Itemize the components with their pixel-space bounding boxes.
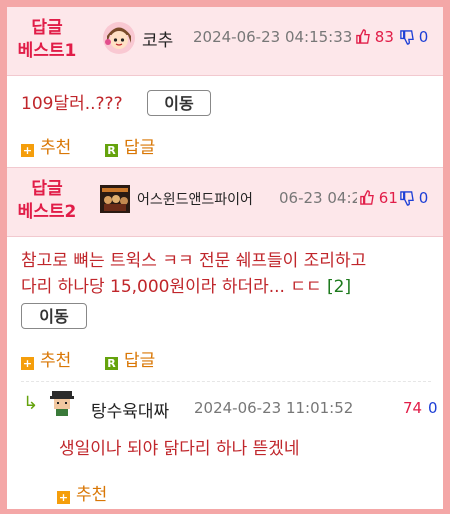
reply-r-icon: R (105, 144, 118, 157)
divider (21, 381, 431, 382)
best-badge-line2: 베스트1 (17, 41, 77, 61)
downvote-count: 0 (418, 189, 429, 207)
recommend-button[interactable]: + 추천 (21, 346, 71, 371)
best-badge-line1: 답글 (31, 18, 63, 38)
reply-button[interactable]: R 답글 (105, 133, 155, 158)
best-badge-1: 답글 베스트1 (15, 17, 79, 63)
best-comment-header-2: 답글 베스트2 어스윈드앤드파이어 06-23 04:20:58 61 0 (7, 167, 443, 237)
upvote-count: 83 (374, 28, 394, 46)
thumbs-down-icon (400, 30, 414, 45)
avatar[interactable] (102, 21, 136, 55)
best-badge-line1: 답글 (31, 179, 63, 199)
upvote-count[interactable]: 74 (403, 399, 422, 417)
reply-label: 답글 (124, 351, 156, 371)
recommend-label: 추천 (40, 138, 72, 158)
comment-body: 109달러..??? (21, 94, 123, 114)
recommend-label: 추천 (76, 485, 108, 505)
avatar[interactable] (100, 185, 130, 213)
nickname[interactable]: 어스윈드앤드파이어 (137, 189, 253, 209)
downvote-count: 0 (418, 28, 429, 46)
thumbs-down-icon (400, 191, 414, 206)
comment-body: 참고로 뼈는 트윅스 ㅋㅋ 전문 쉐프들이 조리하고 다리 하나당 15,000… (21, 248, 366, 300)
move-button[interactable]: 이동 (147, 90, 211, 116)
recommend-label: 추천 (40, 351, 72, 371)
upvote-count: 61 (378, 189, 398, 207)
comment-body-line2: 다리 하나당 15,000원이라 하더라... ㄷㄷ (21, 277, 322, 297)
reply-button[interactable]: R 답글 (105, 346, 155, 371)
reply-r-icon: R (105, 357, 118, 370)
thumbs-up-icon (360, 190, 374, 205)
recommend-button[interactable]: + 추천 (57, 480, 107, 505)
comment-date: 2024-06-23 04:15:33 (193, 28, 353, 46)
comment-panel: 답글 베스트1 코추 2024-06-23 04:15:33 83 0 109달… (5, 5, 445, 511)
downvote-count[interactable]: 0 (428, 399, 438, 417)
nickname[interactable]: 코추 (142, 26, 173, 51)
reply-arrow-icon: ↳ (23, 393, 39, 414)
reply-label: 답글 (124, 138, 156, 158)
comment-date: 2024-06-23 11:01:52 (194, 399, 354, 417)
best-badge-line2: 베스트2 (17, 202, 77, 222)
thumbs-up-icon (356, 29, 370, 44)
downvote[interactable]: 0 (399, 28, 428, 46)
avatar[interactable] (49, 389, 75, 417)
best-comment-header-1: 답글 베스트1 코추 2024-06-23 04:15:33 83 0 (7, 7, 443, 76)
reply-count-link[interactable]: [2] (327, 277, 351, 297)
move-button[interactable]: 이동 (21, 303, 87, 329)
nickname[interactable]: 탕수육대짜 (91, 397, 169, 422)
reply-body: 생일이나 되야 닭다리 하나 뜯겠네 (59, 439, 300, 459)
plus-icon: + (21, 144, 34, 157)
recommend-button[interactable]: + 추천 (21, 133, 71, 158)
upvote[interactable]: 61 (357, 189, 398, 207)
plus-icon: + (57, 491, 70, 504)
downvote[interactable]: 0 (399, 189, 428, 207)
upvote[interactable]: 83 (355, 28, 394, 46)
plus-icon: + (21, 357, 34, 370)
best-badge-2: 답글 베스트2 (15, 178, 79, 224)
comment-body-line1: 참고로 뼈는 트윅스 ㅋㅋ 전문 쉐프들이 조리하고 (21, 251, 367, 271)
